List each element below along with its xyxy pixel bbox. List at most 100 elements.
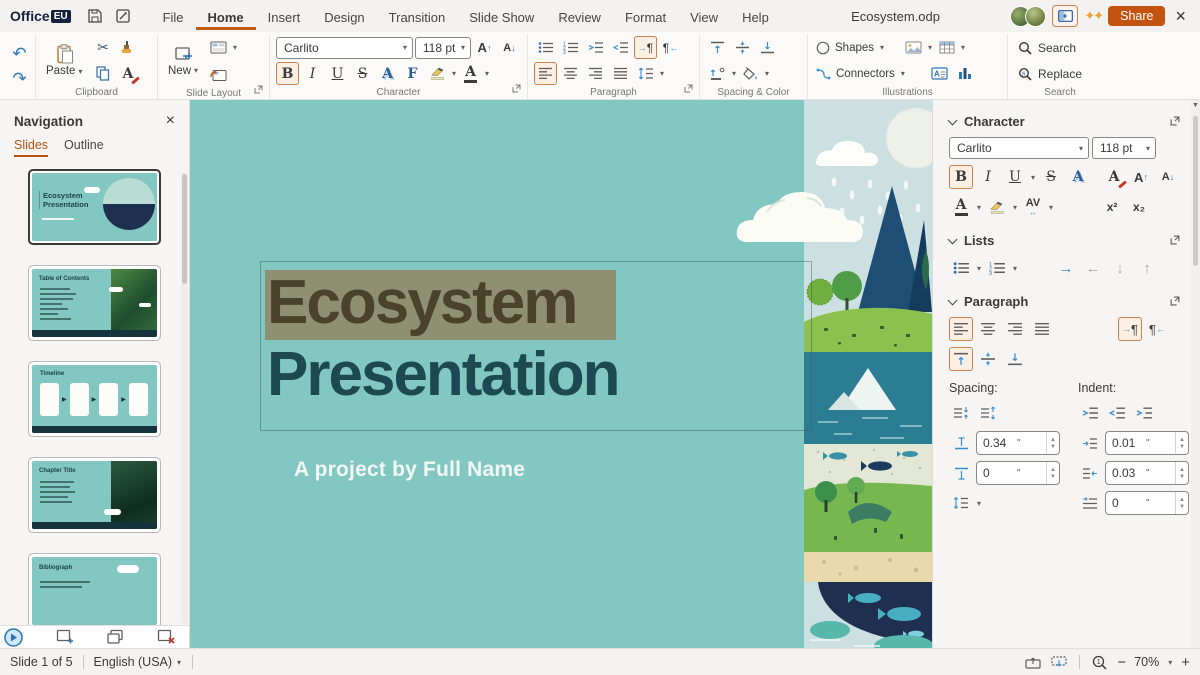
- space-above-paragraph-icon[interactable]: [949, 431, 973, 455]
- save-icon[interactable]: [84, 6, 106, 26]
- new-slide-icon[interactable]: [56, 629, 74, 645]
- space-below-paragraph-icon[interactable]: [949, 461, 973, 485]
- increase-indent-icon[interactable]: [584, 36, 607, 59]
- font-size-select[interactable]: 118 pt ▾: [415, 37, 471, 59]
- grow-font-icon[interactable]: A↑: [473, 36, 496, 59]
- sidebar-font-color-dropdown-icon[interactable]: ▾: [976, 203, 982, 212]
- indent-after-input[interactable]: [1112, 466, 1146, 480]
- replace-button[interactable]: a Replace: [1014, 61, 1106, 86]
- insert-image-icon[interactable]: [902, 36, 925, 59]
- tab-slides[interactable]: Slides: [14, 138, 48, 157]
- shapes-button[interactable]: Shapes ▾: [814, 36, 900, 59]
- start-slideshow-icon[interactable]: [4, 628, 23, 647]
- paragraph-dialog-icon[interactable]: [684, 84, 693, 97]
- insert-chart-icon[interactable]: [953, 62, 976, 85]
- sidebar-font-name-select[interactable]: Carlito ▾: [949, 137, 1089, 159]
- lists-more-icon[interactable]: [1170, 234, 1180, 248]
- paragraph-more-icon[interactable]: [1170, 295, 1180, 309]
- font-color-dropdown-icon[interactable]: ▾: [484, 69, 490, 78]
- sidebar-decrease-indent-icon[interactable]: [1105, 401, 1129, 425]
- sidebar-kerning-button[interactable]: AV ↔: [1021, 195, 1045, 219]
- menu-insert[interactable]: Insert: [256, 3, 313, 30]
- character-more-icon[interactable]: [1170, 115, 1180, 129]
- menu-review[interactable]: Review: [546, 3, 613, 30]
- insert-table-icon[interactable]: [935, 36, 958, 59]
- search-button[interactable]: Search: [1014, 35, 1106, 60]
- menu-help[interactable]: Help: [730, 3, 781, 30]
- language-selector[interactable]: English (USA): [94, 655, 173, 669]
- clone-formatting-icon[interactable]: [116, 36, 139, 59]
- slide-layout-icon[interactable]: [207, 36, 230, 59]
- move-up-icon[interactable]: ↑: [1135, 256, 1159, 280]
- sidebar-align-left-icon[interactable]: [949, 317, 973, 341]
- sidebar-align-center-icon[interactable]: [976, 317, 1000, 341]
- zoom-out-icon[interactable]: −: [1117, 654, 1126, 671]
- ltr-paragraph-icon[interactable]: →¶: [634, 36, 657, 59]
- navigation-scrollbar[interactable]: [181, 172, 188, 624]
- menu-file[interactable]: File: [151, 3, 196, 30]
- highlight-color-button[interactable]: [426, 62, 449, 85]
- menu-design[interactable]: Design: [312, 3, 376, 30]
- sidebar-align-top-icon[interactable]: [949, 347, 973, 371]
- slide-thumbnail-4[interactable]: Chapter Title: [28, 457, 161, 533]
- promote-icon[interactable]: ←: [1081, 256, 1105, 280]
- indent-before-spinner[interactable]: ▲▼: [1175, 432, 1188, 454]
- close-icon[interactable]: ×: [1171, 7, 1190, 25]
- fit-width-icon[interactable]: [1051, 656, 1067, 669]
- slide-thumbnail-2[interactable]: Table of Contents: [28, 265, 161, 341]
- menu-view[interactable]: View: [678, 3, 730, 30]
- underline-button[interactable]: U: [326, 62, 349, 85]
- superscript-button[interactable]: x²: [1100, 195, 1124, 219]
- space-below-spinbox[interactable]: " ▲▼: [976, 461, 1060, 485]
- paste-dropdown-icon[interactable]: ▾: [77, 67, 83, 76]
- sidebar-justify-icon[interactable]: [1030, 317, 1054, 341]
- paragraph-spacing-icon[interactable]: [706, 62, 729, 85]
- align-right-icon[interactable]: [584, 62, 607, 85]
- font-name-select[interactable]: Carlito ▾: [276, 37, 413, 59]
- zoom-in-icon[interactable]: +: [1181, 654, 1190, 671]
- new-slide-dropdown-icon[interactable]: ▾: [193, 66, 199, 75]
- fit-slide-icon[interactable]: [1025, 656, 1041, 669]
- bold-button[interactable]: B: [276, 62, 299, 85]
- slide-layout-dropdown-icon[interactable]: ▾: [232, 43, 238, 52]
- sidebar-bold-button[interactable]: B: [949, 165, 973, 189]
- bullet-list-dropdown-icon[interactable]: ▾: [976, 264, 982, 273]
- numbered-list-icon[interactable]: 123: [559, 36, 582, 59]
- slide-canvas[interactable]: Ecosystem Presentation A project by Full…: [190, 100, 932, 648]
- sidebar-align-middle-icon[interactable]: [976, 347, 1000, 371]
- sidebar-grow-font-icon[interactable]: A↑: [1129, 165, 1153, 189]
- paste-button[interactable]: Paste▾: [42, 43, 87, 78]
- cut-icon[interactable]: ✂: [91, 36, 114, 59]
- subscript-button[interactable]: x₂: [1127, 195, 1151, 219]
- slide-1-editing-area[interactable]: Ecosystem Presentation A project by Full…: [190, 100, 932, 648]
- italic-button[interactable]: I: [301, 62, 324, 85]
- new-slide-button[interactable]: New▾: [164, 45, 203, 78]
- language-dropdown-icon[interactable]: ▾: [176, 658, 182, 667]
- edit-mode-icon[interactable]: [112, 6, 134, 26]
- sidebar-rtl-icon[interactable]: ¶←: [1145, 317, 1169, 341]
- bullet-list-icon[interactable]: [534, 36, 557, 59]
- zoom-100-icon[interactable]: 1: [1092, 655, 1107, 670]
- connectors-button[interactable]: Connectors ▾: [814, 62, 926, 85]
- sidebar-highlight-button[interactable]: [985, 195, 1009, 219]
- space-below-spinner[interactable]: ▲▼: [1046, 462, 1059, 484]
- subtitle-text[interactable]: A project by Full Name: [294, 458, 525, 482]
- slide-thumbnail-5[interactable]: Bibliograph: [28, 553, 161, 625]
- undo-icon[interactable]: ↶: [8, 43, 31, 66]
- after-text-indent-icon[interactable]: [1078, 461, 1102, 485]
- indent-before-input[interactable]: [1112, 436, 1146, 450]
- character-collapse-icon[interactable]: [948, 115, 958, 125]
- reset-layout-icon[interactable]: [207, 63, 230, 86]
- slide-layout-dialog-icon[interactable]: [254, 85, 263, 98]
- decrease-paragraph-spacing-icon[interactable]: [976, 401, 1000, 425]
- before-text-indent-icon[interactable]: [1078, 431, 1102, 455]
- duplicate-slide-icon[interactable]: [106, 629, 124, 645]
- sidebar-font-color-button[interactable]: A: [949, 195, 973, 219]
- sidebar-kerning-dropdown-icon[interactable]: ▾: [1048, 203, 1054, 212]
- sidebar-underline-dropdown-icon[interactable]: ▾: [1030, 173, 1036, 182]
- indent-first-line-spinbox[interactable]: " ▲▼: [1105, 491, 1189, 515]
- sidebar-align-right-icon[interactable]: [1003, 317, 1027, 341]
- sidebar-italic-button[interactable]: I: [976, 165, 1000, 189]
- fill-color-dropdown-icon[interactable]: ▾: [764, 69, 770, 78]
- rtl-paragraph-icon[interactable]: ¶←: [659, 36, 682, 59]
